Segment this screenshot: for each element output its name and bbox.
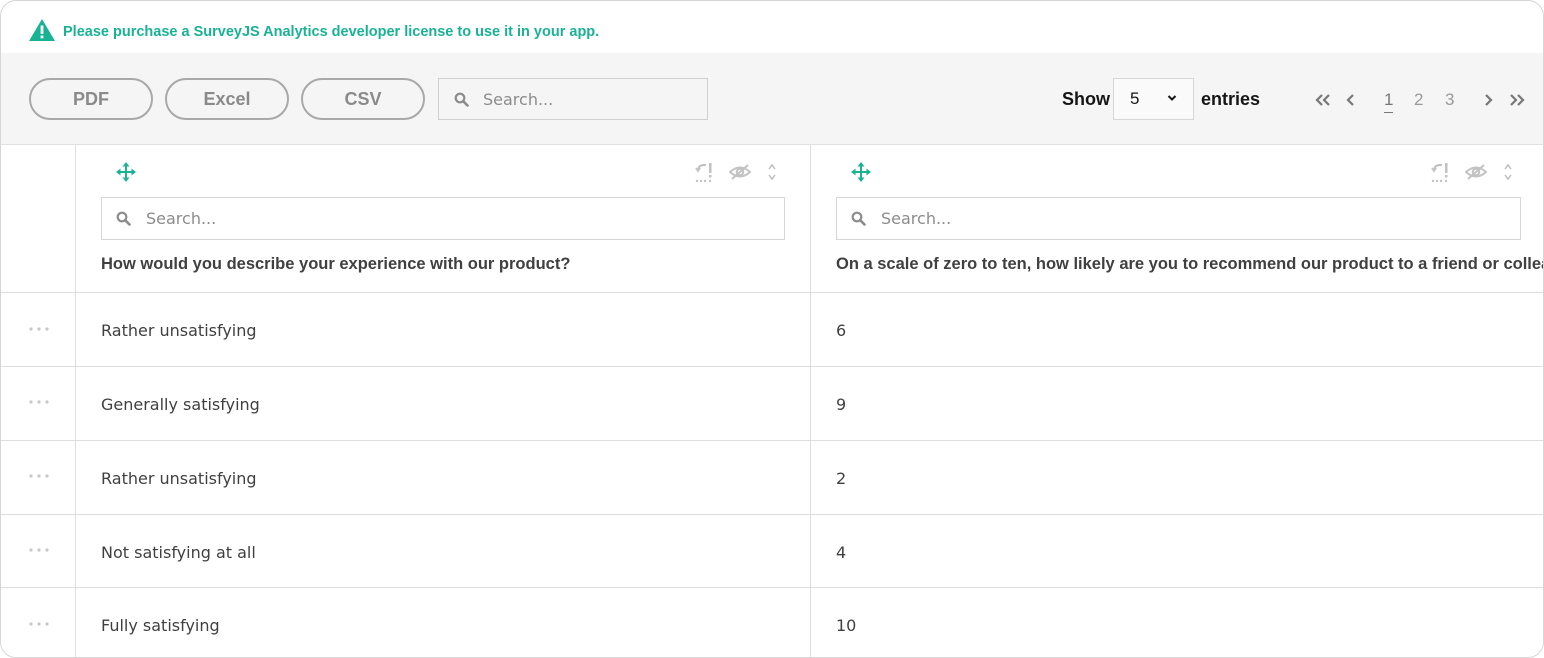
license-message: Please purchase a SurveyJS Analytics dev… (63, 24, 600, 40)
warning-icon (29, 19, 55, 41)
chevron-down-icon (1167, 95, 1177, 101)
row-divider (1, 587, 1543, 588)
first-page-icon[interactable] (1315, 93, 1331, 107)
column-search-input[interactable] (146, 209, 784, 228)
export-excel-button[interactable]: Excel (165, 78, 289, 120)
experience-cell: Rather unsatisfying (101, 469, 257, 488)
experience-cell: Not satisfying at all (101, 543, 256, 562)
column-header-recommend: On a scale of zero to ten, how likely ar… (811, 145, 1544, 293)
sort-icon[interactable] (1503, 162, 1513, 182)
row-actions-icon[interactable] (29, 400, 51, 404)
row-divider (1, 514, 1543, 515)
column-actions (695, 161, 777, 183)
global-search-input[interactable] (483, 89, 707, 109)
column-title: How would you describe your experience w… (101, 255, 571, 273)
row-actions-icon[interactable] (29, 548, 51, 552)
recommend-score-cell: 2 (836, 469, 847, 488)
recommend-score-cell: 10 (836, 616, 857, 635)
next-page-icon[interactable] (1483, 93, 1493, 107)
column-actions (1431, 161, 1513, 183)
recommend-score-cell: 4 (836, 543, 847, 562)
column-search-input[interactable] (881, 209, 1520, 228)
row-actions-icon[interactable] (29, 622, 51, 626)
column-header-experience: How would you describe your experience w… (76, 145, 810, 293)
export-pdf-button[interactable]: PDF (29, 78, 153, 120)
experience-cell: Fully satisfying (101, 616, 220, 635)
export-csv-button[interactable]: CSV (301, 78, 425, 120)
row-actions-icon[interactable] (29, 327, 51, 331)
drag-move-icon[interactable] (116, 162, 136, 182)
analytics-table-panel: Please purchase a SurveyJS Analytics dev… (0, 0, 1544, 658)
global-search-box[interactable] (438, 78, 708, 120)
page-3-link[interactable]: 3 (1445, 90, 1454, 110)
column-search-box[interactable] (836, 197, 1521, 240)
page-2-link[interactable]: 2 (1414, 90, 1423, 110)
entries-value: 5 (1130, 89, 1140, 108)
make-private-icon[interactable] (1431, 161, 1451, 183)
hide-column-icon[interactable] (1465, 163, 1487, 181)
license-banner: Please purchase a SurveyJS Analytics dev… (29, 17, 599, 43)
hide-column-icon[interactable] (729, 163, 751, 181)
previous-page-icon[interactable] (1346, 93, 1356, 107)
column-search-box[interactable] (101, 197, 785, 240)
search-icon (454, 92, 469, 107)
page-1-link[interactable]: 1 (1384, 90, 1394, 113)
search-icon (851, 211, 866, 226)
row-actions-icon[interactable] (29, 474, 51, 478)
row-divider (1, 440, 1543, 441)
row-divider (1, 366, 1543, 367)
make-private-icon[interactable] (695, 161, 715, 183)
sort-icon[interactable] (767, 162, 777, 182)
recommend-score-cell: 9 (836, 395, 847, 414)
experience-cell: Generally satisfying (101, 395, 260, 414)
entries-per-page-select[interactable]: 5 (1113, 78, 1194, 120)
drag-move-icon[interactable] (851, 162, 871, 182)
experience-cell: Rather unsatisfying (101, 321, 257, 340)
search-icon (116, 211, 131, 226)
table-toolbar: PDF Excel CSV Show entries 1 2 3 (1, 53, 1543, 145)
entries-label: entries (1201, 89, 1261, 109)
last-page-icon[interactable] (1509, 93, 1525, 107)
column-title: On a scale of zero to ten, how likely ar… (836, 255, 1544, 273)
show-label: Show (1062, 89, 1110, 109)
recommend-score-cell: 6 (836, 321, 847, 340)
